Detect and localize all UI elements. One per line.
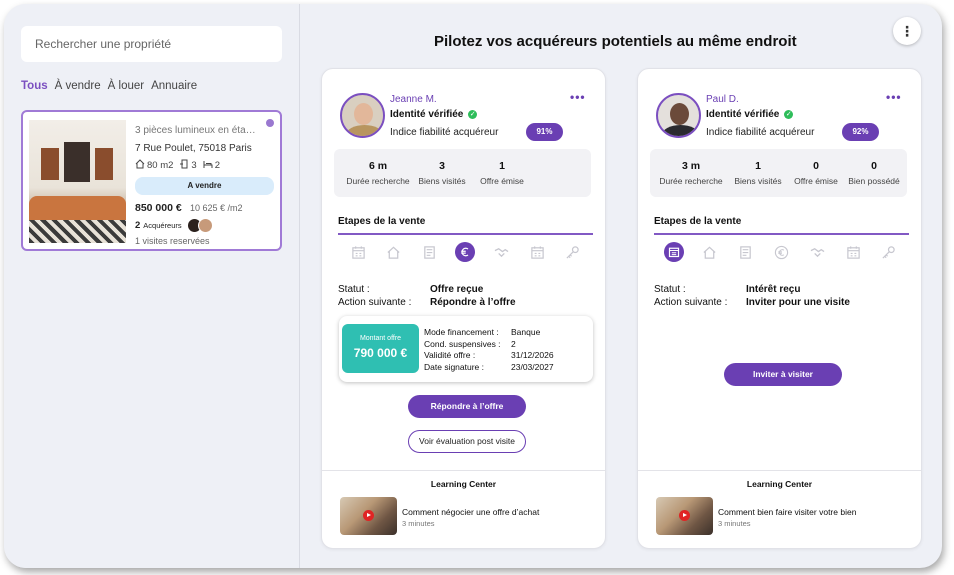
next-action-value: Répondre à l’offre bbox=[430, 297, 516, 308]
divider bbox=[638, 470, 921, 471]
sale-steps bbox=[654, 242, 909, 262]
offer-summary: Montant offre 790 000 € Mode financement… bbox=[339, 316, 593, 382]
identity-verified: Identité vérifiée ✓ bbox=[390, 109, 478, 120]
search-input[interactable] bbox=[21, 26, 282, 62]
divider bbox=[322, 470, 605, 471]
home-icon[interactable] bbox=[384, 242, 404, 262]
stat-search-duration: 3 m Durée recherche bbox=[659, 160, 723, 186]
sale-steps-title: Etapes de la vente bbox=[338, 216, 426, 227]
avatar bbox=[340, 93, 385, 138]
page-title: Pilotez vos acquéreurs potentiels au mêm… bbox=[434, 33, 797, 50]
status-value: Intérêt reçu bbox=[746, 284, 801, 295]
euro-icon[interactable] bbox=[455, 242, 476, 262]
status-dot bbox=[266, 119, 274, 127]
stat-owned: 0 Bien possédé bbox=[848, 160, 900, 186]
rooms-feature: 3 bbox=[179, 159, 197, 171]
app-frame: Tous À vendre À louer Annuaire 3 pièces … bbox=[4, 4, 942, 568]
acquirer-name: Paul D. bbox=[706, 94, 739, 105]
view-evaluation-button[interactable]: Voir évaluation post visite bbox=[408, 430, 526, 453]
avatar bbox=[197, 218, 213, 233]
property-card[interactable]: 3 pièces lumineux en étage élevé 7 Rue P… bbox=[21, 110, 282, 251]
offer-amount: 790 000 € bbox=[353, 346, 408, 360]
filter-directory[interactable]: Annuaire bbox=[151, 80, 197, 92]
property-features: 80 m2 3 2 bbox=[135, 159, 220, 171]
avatar bbox=[656, 93, 701, 138]
acquirer-stats: 3 m Durée recherche 1 Biens visités 0 Offre… bbox=[650, 149, 907, 197]
acquirer-card-jeanne: Jeanne M. Identité vérifiée ✓ Indice fiab… bbox=[321, 68, 606, 549]
property-photo bbox=[29, 120, 126, 243]
property-filters: Tous À vendre À louer Annuaire bbox=[21, 80, 197, 92]
offer-details: Mode financement : Banque Cond. suspensiv… bbox=[424, 327, 554, 372]
calendar-icon[interactable] bbox=[348, 242, 368, 262]
reliability-label: Indice fiabilité acquéreur bbox=[706, 127, 815, 138]
filter-for-sale[interactable]: À vendre bbox=[55, 80, 101, 92]
filter-all[interactable]: Tous bbox=[21, 80, 48, 92]
stat-offers: 0 Offre émise bbox=[794, 160, 838, 186]
sale-steps-title: Etapes de la vente bbox=[654, 216, 742, 227]
bed-icon bbox=[203, 161, 213, 168]
handshake-icon[interactable] bbox=[491, 242, 511, 262]
reliability-score-badge: 92% bbox=[842, 123, 879, 141]
next-action-value: Inviter pour une visite bbox=[746, 297, 850, 308]
more-options-button[interactable]: ⋮ bbox=[893, 17, 921, 45]
stat-offers: 1 Offre émise bbox=[480, 160, 524, 186]
learning-video-duration: 3 minutes bbox=[402, 519, 435, 528]
reliability-label: Indice fiabilité acquéreur bbox=[390, 127, 499, 138]
acquirer-name: Jeanne M. bbox=[390, 94, 437, 105]
home-icon[interactable] bbox=[700, 242, 720, 262]
card-menu-icon[interactable]: ••• bbox=[886, 90, 902, 104]
calendar-icon[interactable] bbox=[843, 242, 863, 262]
check-icon: ✓ bbox=[468, 110, 478, 119]
handshake-icon[interactable] bbox=[807, 242, 827, 262]
price-per-sqm: 10 625 € /m2 bbox=[190, 203, 243, 213]
visits-count: 1 visites reservées bbox=[135, 236, 210, 246]
divider bbox=[654, 233, 909, 235]
acquirer-card-paul: Paul D. Identité vérifiée ✓ Indice fiabil… bbox=[637, 68, 922, 549]
invite-visit-button[interactable]: Inviter à visiter bbox=[724, 363, 842, 386]
offer-amount-box: Montant offre 790 000 € bbox=[342, 324, 419, 373]
video-thumbnail[interactable] bbox=[656, 497, 713, 535]
respond-offer-button[interactable]: Répondre à l’offre bbox=[408, 395, 526, 418]
sale-status: Statut : Intérêt reçu Action suivante : In… bbox=[654, 284, 850, 308]
acquirers-summary: 2 Acquéreurs bbox=[135, 218, 213, 233]
learning-video-title[interactable]: Comment bien faire visiter votre bien bbox=[718, 507, 856, 517]
calendar-icon[interactable] bbox=[664, 242, 684, 262]
sale-steps bbox=[338, 242, 593, 262]
divider bbox=[338, 233, 593, 235]
learning-video-duration: 3 minutes bbox=[718, 519, 751, 528]
euro-icon[interactable] bbox=[771, 242, 791, 262]
card-menu-icon[interactable]: ••• bbox=[570, 90, 586, 104]
play-icon bbox=[363, 510, 374, 521]
status-badge: A vendre bbox=[135, 177, 274, 195]
sale-status: Statut : Offre reçue Action suivante : Rép… bbox=[338, 284, 516, 308]
status-value: Offre reçue bbox=[430, 284, 484, 295]
bedrooms-feature: 2 bbox=[203, 159, 220, 171]
identity-verified: Identité vérifiée ✓ bbox=[706, 109, 794, 120]
stat-visited: 1 Biens visités bbox=[734, 160, 782, 186]
learning-video-title[interactable]: Comment négocier une offre d’achat bbox=[402, 507, 539, 517]
check-icon: ✓ bbox=[784, 110, 794, 119]
door-icon bbox=[180, 159, 188, 169]
property-sidebar: Tous À vendre À louer Annuaire 3 pièces … bbox=[4, 4, 300, 568]
key-icon[interactable] bbox=[879, 242, 899, 262]
acquirer-stats: 6 m Durée recherche 3 Biens visités 1 Offre… bbox=[334, 149, 591, 197]
surface-feature: 80 m2 bbox=[135, 159, 173, 171]
property-address: 7 Rue Poulet, 75018 Paris bbox=[135, 143, 252, 154]
property-price: 850 000 € bbox=[135, 202, 182, 214]
vertical-dots-icon: ⋮ bbox=[900, 23, 914, 39]
filter-for-rent[interactable]: À louer bbox=[108, 80, 144, 92]
key-icon[interactable] bbox=[563, 242, 583, 262]
video-thumbnail[interactable] bbox=[340, 497, 397, 535]
document-icon[interactable] bbox=[736, 242, 756, 262]
play-icon bbox=[679, 510, 690, 521]
home-icon bbox=[135, 159, 145, 169]
stat-visited: 3 Biens visités bbox=[418, 160, 466, 186]
learning-center-title: Learning Center bbox=[430, 479, 497, 489]
reliability-score-badge: 91% bbox=[526, 123, 563, 141]
document-icon[interactable] bbox=[420, 242, 440, 262]
stat-search-duration: 6 m Durée recherche bbox=[346, 160, 410, 186]
learning-center-title: Learning Center bbox=[746, 479, 813, 489]
property-title: 3 pièces lumineux en étage élevé bbox=[135, 125, 261, 136]
calendar-icon[interactable] bbox=[527, 242, 547, 262]
